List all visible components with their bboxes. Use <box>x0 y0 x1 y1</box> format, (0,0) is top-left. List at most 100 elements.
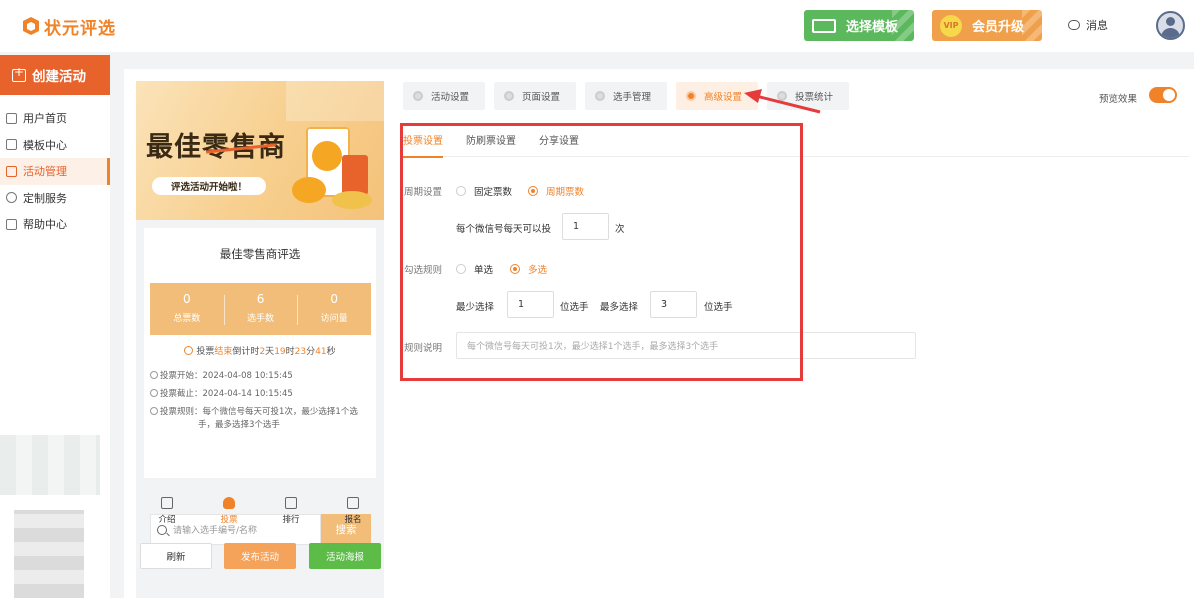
folder-icon <box>6 139 17 151</box>
user-avatar[interactable] <box>1156 11 1185 40</box>
signup-icon <box>347 497 359 509</box>
cup-illustration <box>342 155 368 195</box>
vip-button-decoration <box>1022 10 1042 41</box>
tab-label: 页面设置 <box>522 92 561 103</box>
clock-icon <box>150 371 158 379</box>
stat-total-votes: 0 总票数 <box>150 283 224 335</box>
sidebar-nav: 用户首页 模板中心 活动管理 定制服务 帮助中心 <box>0 105 110 238</box>
tab-label: 报名 <box>344 515 362 525</box>
mobile-tabbar: 介绍 投票 排行 报名 <box>136 497 384 533</box>
service-icon <box>6 192 17 204</box>
stats-bar: 0 总票数 6 选手数 0 访问量 <box>150 283 371 335</box>
help-icon <box>6 218 17 230</box>
clock-icon <box>150 389 158 397</box>
page-settings-icon <box>504 91 514 101</box>
sidebar-item-home[interactable]: 用户首页 <box>0 105 110 132</box>
vote-rules-text-2: 手，最多选择3个选手 <box>198 420 280 430</box>
activity-banner: 最佳零售商 评选活动开始啦！ <box>136 81 384 220</box>
sidebar-item-templates[interactable]: 模板中心 <box>0 132 110 159</box>
vip-badge-icon: VIP <box>940 14 962 37</box>
vote-rules: 投票规则：每个微信号每天可投1次，最少选择1个选 手，最多选择3个选手 <box>150 406 372 432</box>
vip-upgrade-button[interactable]: VIP 会员升级 <box>932 10 1042 41</box>
sidebar-item-label: 模板中心 <box>23 138 67 152</box>
banner-shelf-decoration <box>286 81 384 121</box>
tab-signup[interactable]: 报名 <box>322 497 384 533</box>
publish-activity-button[interactable]: 发布活动 <box>224 543 296 569</box>
tab-activity-settings[interactable]: 活动设置 <box>403 82 485 110</box>
vote-end-text: 投票截止：2024-04-14 10:15:45 <box>160 389 293 399</box>
preview-effect-toggle[interactable] <box>1149 87 1177 103</box>
vote-icon <box>223 497 235 509</box>
countdown-status: 结束 <box>214 347 233 357</box>
select-template-label: 选择模板 <box>846 20 899 35</box>
logo-cube-icon <box>23 17 39 35</box>
activity-poster-button[interactable]: 活动海报 <box>309 543 381 569</box>
countdown-hours: 19 <box>274 347 286 357</box>
stat-contestants: 6 选手数 <box>223 283 298 335</box>
sidebar-item-label: 定制服务 <box>23 191 67 205</box>
messages-label: 消息 <box>1086 19 1108 32</box>
countdown-hours-unit: 时 <box>285 347 295 357</box>
tab-label: 活动设置 <box>431 92 470 103</box>
message-bubble-icon <box>1068 20 1080 30</box>
create-activity-button[interactable]: 创建活动 <box>0 55 110 95</box>
stat-value: 6 <box>256 292 265 306</box>
tab-ranking[interactable]: 排行 <box>260 497 322 533</box>
refresh-button[interactable]: 刷新 <box>140 543 212 569</box>
template-button-decoration <box>892 10 914 41</box>
vote-start-text: 投票开始：2024-04-08 10:15:45 <box>160 371 293 381</box>
stat-value: 0 <box>183 292 191 306</box>
tab-label: 高级设置 <box>704 92 743 103</box>
sidebar-item-label: 用户首页 <box>23 112 67 126</box>
tab-vote[interactable]: 投票 <box>198 497 260 533</box>
countdown-seconds: 41 <box>315 347 327 357</box>
countdown-middle: 倒计时 <box>232 347 260 357</box>
create-plus-icon <box>12 65 26 82</box>
sidebar-item-activity-management[interactable]: 活动管理 <box>0 158 110 185</box>
countdown-seconds-unit: 秒 <box>326 347 336 357</box>
activity-settings-icon <box>413 91 423 101</box>
logo[interactable]: 状元评选 <box>22 13 116 39</box>
logo-text: 状元评选 <box>44 18 116 39</box>
vote-start-time: 投票开始：2024-04-08 10:15:45 <box>150 370 372 383</box>
countdown-days-unit: 天 <box>265 347 275 357</box>
blurred-region <box>14 510 84 598</box>
tab-page-settings[interactable]: 页面设置 <box>494 82 576 110</box>
stat-visits: 0 访问量 <box>297 283 371 335</box>
countdown-minutes-unit: 分 <box>306 347 316 357</box>
activity-info-card: 最佳零售商评选 0 总票数 6 选手数 0 访问量 投票结束倒计时2天19时23… <box>144 228 376 545</box>
banner-subtitle: 评选活动开始啦！ <box>152 177 266 195</box>
stat-value: 0 <box>330 292 338 306</box>
top-header: 状元评选 选择模板 VIP 会员升级 消息 <box>0 0 1194 52</box>
contestant-icon <box>595 91 605 101</box>
stat-label: 选手数 <box>247 314 275 324</box>
tab-contestant-management[interactable]: 选手管理 <box>585 82 667 110</box>
intro-icon <box>161 497 173 509</box>
select-template-button[interactable]: 选择模板 <box>804 10 914 41</box>
blurred-region <box>0 435 100 495</box>
messages-link[interactable]: 消息 <box>1068 17 1108 33</box>
template-icon <box>812 18 836 33</box>
create-activity-label: 创建活动 <box>32 69 86 85</box>
sidebar-item-label: 帮助中心 <box>23 218 67 232</box>
advanced-settings-icon <box>686 91 696 101</box>
annotation-arrow-icon <box>744 89 821 114</box>
sidebar-item-custom-service[interactable]: 定制服务 <box>0 185 110 212</box>
activity-title: 最佳零售商评选 <box>219 247 301 261</box>
countdown-minutes: 23 <box>294 347 307 357</box>
preview-effect-label: 预览效果 <box>1099 94 1138 105</box>
sidebar: 创建活动 用户首页 模板中心 活动管理 定制服务 帮助中心 <box>0 55 110 598</box>
tab-label: 投票 <box>220 515 238 525</box>
preview-actions: 刷新 发布活动 活动海报 <box>140 543 381 569</box>
info-icon <box>150 407 158 415</box>
fruit-illustration <box>292 177 326 203</box>
tab-label: 排行 <box>282 515 300 525</box>
stat-label: 总票数 <box>173 314 201 324</box>
annotation-highlight-box <box>400 123 803 381</box>
countdown-prefix: 投票 <box>196 347 215 357</box>
vote-end-time: 投票截止：2024-04-14 10:15:45 <box>150 388 372 401</box>
home-icon <box>6 112 17 124</box>
sidebar-item-help[interactable]: 帮助中心 <box>0 211 110 238</box>
list-icon <box>6 165 17 177</box>
tab-intro[interactable]: 介绍 <box>136 497 198 533</box>
